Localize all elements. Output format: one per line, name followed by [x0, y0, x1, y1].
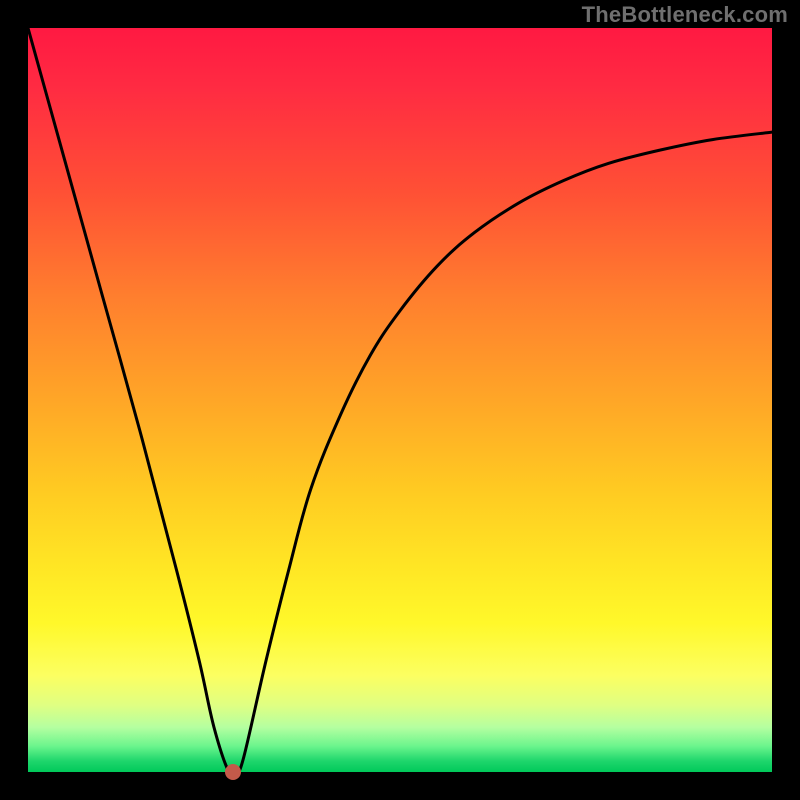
chart-frame: TheBottleneck.com [0, 0, 800, 800]
watermark-text: TheBottleneck.com [582, 2, 788, 28]
minimum-marker-dot [225, 764, 241, 780]
plot-area [28, 28, 772, 772]
curve-path [28, 28, 772, 772]
curve-svg [28, 28, 772, 772]
